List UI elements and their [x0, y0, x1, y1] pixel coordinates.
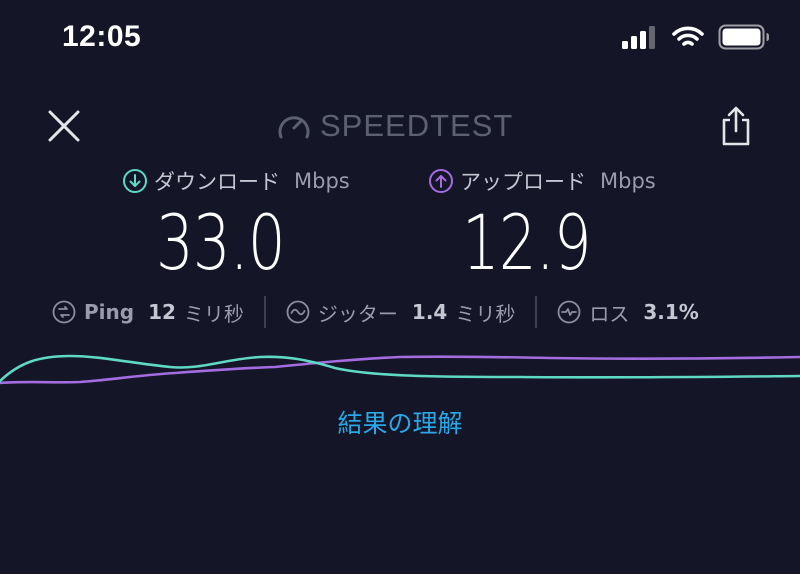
jitter-label: ジッター	[317, 301, 398, 326]
jitter-icon	[286, 300, 310, 324]
share-button[interactable]	[718, 104, 754, 148]
latency-stats-row: Ping 12 ミリ秒 ジッター 1.4 ミリ秒 ロス 3.1%	[52, 296, 699, 328]
loss-stat: ロス 3.1%	[557, 298, 699, 327]
cellular-signal-icon	[622, 26, 655, 49]
ping-label: Ping	[84, 300, 135, 324]
loss-value: 3.1%	[643, 300, 699, 324]
understand-results-link[interactable]: 結果の理解	[0, 404, 800, 440]
jitter-stat: ジッター 1.4 ミリ秒	[286, 298, 515, 327]
speedometer-icon	[278, 116, 310, 139]
battery-icon	[718, 24, 769, 50]
stats-divider	[263, 296, 266, 328]
jitter-value: 1.4	[411, 300, 448, 324]
download-label: ダウンロード	[154, 170, 280, 194]
upload-metric: アップロード Mbps	[428, 166, 656, 196]
packet-loss-icon	[557, 300, 581, 324]
wifi-icon	[672, 26, 704, 46]
download-metric: ダウンロード Mbps	[122, 166, 350, 196]
status-icons	[622, 24, 770, 50]
download-unit: Mbps	[294, 169, 350, 193]
upload-unit: Mbps	[600, 169, 656, 193]
upload-speed-value: 12.9	[462, 198, 592, 287]
speedtest-result-screen: 12:05 SPEEDTEST ダウンロード Mbps 33.0 アップロード …	[0, 0, 800, 574]
upload-label: アップロード	[460, 170, 586, 194]
ping-icon	[52, 300, 76, 324]
ping-value: 12	[148, 300, 176, 324]
brand-name: SPEEDTEST	[320, 108, 514, 143]
jitter-unit: ミリ秒	[455, 301, 516, 326]
ping-unit: ミリ秒	[183, 301, 244, 326]
ping-stat: Ping 12 ミリ秒	[52, 298, 244, 327]
speedtest-logo: SPEEDTEST	[276, 108, 513, 144]
speed-history-graph	[0, 354, 800, 385]
loss-label: ロス	[589, 301, 630, 326]
upload-arrow-icon	[429, 169, 453, 193]
status-time: 12:05	[62, 20, 142, 53]
download-arrow-icon	[123, 169, 147, 193]
close-button[interactable]	[44, 106, 84, 146]
download-speed-value: 33.0	[156, 198, 286, 287]
stats-divider	[535, 296, 538, 328]
